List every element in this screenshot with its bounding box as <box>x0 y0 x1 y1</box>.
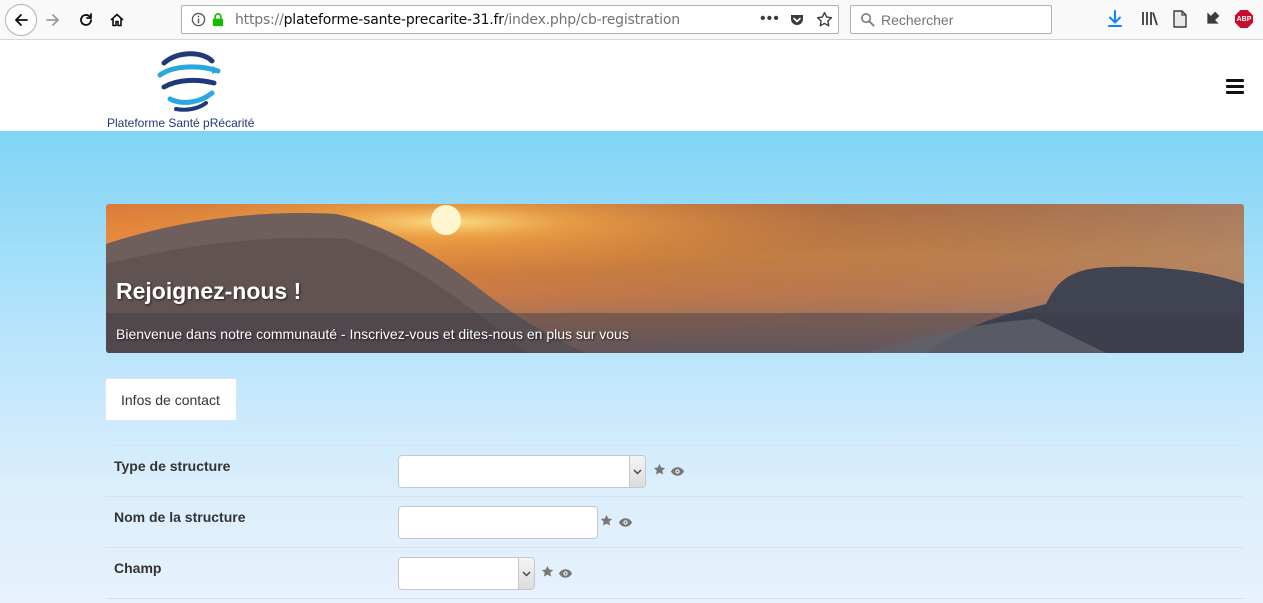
forward-arrow-icon <box>46 14 59 26</box>
pocket-icon[interactable] <box>789 12 805 33</box>
reader-view-icon[interactable] <box>1172 9 1188 34</box>
forward-button[interactable] <box>38 5 68 35</box>
form-row-structure-type: Type de structure <box>106 445 1244 496</box>
hamburger-menu-icon[interactable] <box>1226 79 1244 95</box>
back-button[interactable] <box>5 4 37 36</box>
info-icon[interactable] <box>191 12 206 32</box>
chevron-down-icon[interactable] <box>629 456 645 487</box>
back-arrow-icon <box>15 14 28 26</box>
address-bar[interactable]: https://plateforme-sante-precarite-31.fr… <box>181 5 839 34</box>
required-star-icon <box>600 514 613 532</box>
library-icon[interactable] <box>1140 9 1160 34</box>
required-star-icon <box>541 565 554 583</box>
home-button[interactable] <box>102 5 132 35</box>
bookmark-star-icon[interactable] <box>816 11 833 33</box>
reload-icon <box>80 13 92 26</box>
structure-type-label: Type de structure <box>114 458 231 474</box>
tabs-divider <box>106 419 1244 420</box>
tab-label: Infos de contact <box>121 392 220 408</box>
champ-label: Champ <box>114 560 162 576</box>
lock-icon[interactable] <box>211 12 225 32</box>
url-host: plateforme-sante-precarite-31.fr <box>283 12 504 28</box>
url-path: /index.php/cb-registration <box>503 12 680 28</box>
structure-name-label: Nom de la structure <box>114 509 246 525</box>
form-bottom-divider <box>106 598 1244 599</box>
visibility-eye-icon <box>670 464 685 482</box>
hero-banner: Rejoignez-nous ! Bienvenue dans notre co… <box>106 204 1244 353</box>
home-icon <box>110 13 124 27</box>
download-icon[interactable] <box>1106 9 1124 34</box>
site-logo[interactable]: Plateforme Santé pRécarité <box>106 47 276 130</box>
visibility-eye-icon <box>558 566 573 584</box>
form-row-structure-name: Nom de la structure <box>106 496 1244 547</box>
hero-subtitle: Bienvenue dans notre communauté - Inscri… <box>116 326 629 342</box>
search-bar[interactable] <box>850 5 1052 34</box>
adblock-icon[interactable]: ABP <box>1235 10 1253 28</box>
browser-toolbar: https://plateforme-sante-precarite-31.fr… <box>0 0 1263 40</box>
hero-title: Rejoignez-nous ! <box>116 278 302 304</box>
url-prefix: https:// <box>235 12 284 28</box>
logo-mark-icon <box>157 51 221 112</box>
page-actions-icon[interactable]: ••• <box>760 10 780 28</box>
search-icon <box>860 12 875 32</box>
champ-select[interactable] <box>398 557 535 590</box>
reload-button[interactable] <box>71 5 101 35</box>
search-input[interactable] <box>881 10 1046 30</box>
structure-type-select[interactable] <box>398 455 646 488</box>
chevron-down-icon[interactable] <box>518 558 534 589</box>
sync-icon[interactable] <box>1204 9 1222 32</box>
visibility-eye-icon <box>618 515 633 533</box>
form-row-champ: Champ <box>106 547 1244 598</box>
required-star-icon <box>653 463 666 481</box>
tab-contact-info[interactable]: Infos de contact <box>105 378 237 420</box>
main-content: Rejoignez-nous ! Bienvenue dans notre co… <box>0 131 1263 603</box>
url-text[interactable]: https://plateforme-sante-precarite-31.fr… <box>235 12 680 28</box>
structure-name-input[interactable] <box>398 506 598 539</box>
site-header: Plateforme Santé pRécarité <box>0 41 1263 131</box>
logo-text: Plateforme Santé pRécarité <box>107 116 255 130</box>
